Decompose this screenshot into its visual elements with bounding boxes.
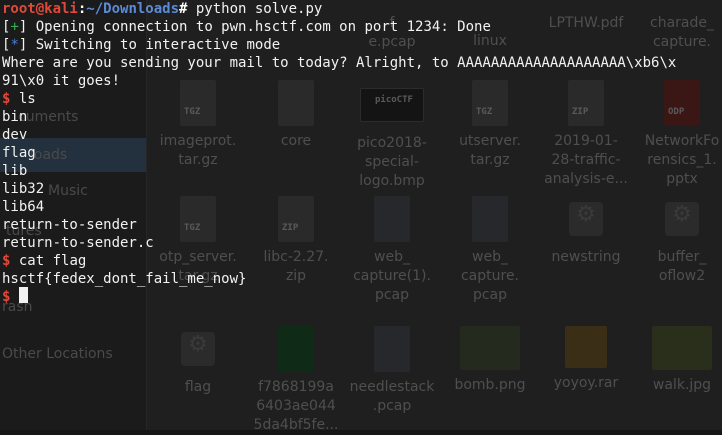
ls-output-line: lib32: [2, 181, 45, 197]
status-line: [*] Switching to interactive mode: [2, 37, 281, 53]
terminal[interactable]: root@kali:~/Downloads# python solve.py […: [0, 0, 722, 430]
ls-output-line: lib: [2, 163, 28, 179]
flag-output-line: hsctf{fedex_dont_fail_me_now}: [2, 271, 247, 287]
output-line: Where are you sending your mail to today…: [2, 55, 677, 71]
command-text: python solve.py: [187, 1, 323, 17]
shell-prompt: $: [2, 289, 11, 305]
ls-output-line: lib64: [2, 199, 45, 215]
command-text: ls: [10, 91, 36, 107]
shell-command-line: $ cat flag: [2, 252, 86, 270]
command-line: root@kali:~/Downloads# python solve.py: [2, 0, 322, 18]
ls-output-line: return-to-sender.c: [2, 235, 154, 251]
star-marker: *: [10, 37, 19, 53]
ls-output-line: bin: [2, 109, 28, 125]
plus-marker: +: [10, 19, 19, 35]
ls-output-line: flag: [2, 145, 36, 161]
prompt-path: ~/Downloads: [86, 1, 180, 17]
shell-command-line: $: [2, 288, 10, 306]
ls-output-line: return-to-sender: [2, 217, 137, 233]
command-text: cat flag: [10, 253, 87, 269]
ls-output-line: dev: [2, 127, 28, 143]
output-line: 91\x0 it goes!: [2, 73, 121, 89]
status-line: [+] Opening connection to pwn.hsctf.com …: [2, 19, 491, 35]
prompt-user: root@kali: [2, 1, 78, 17]
shell-command-line: $ ls: [2, 90, 36, 108]
text-cursor: [19, 287, 28, 303]
